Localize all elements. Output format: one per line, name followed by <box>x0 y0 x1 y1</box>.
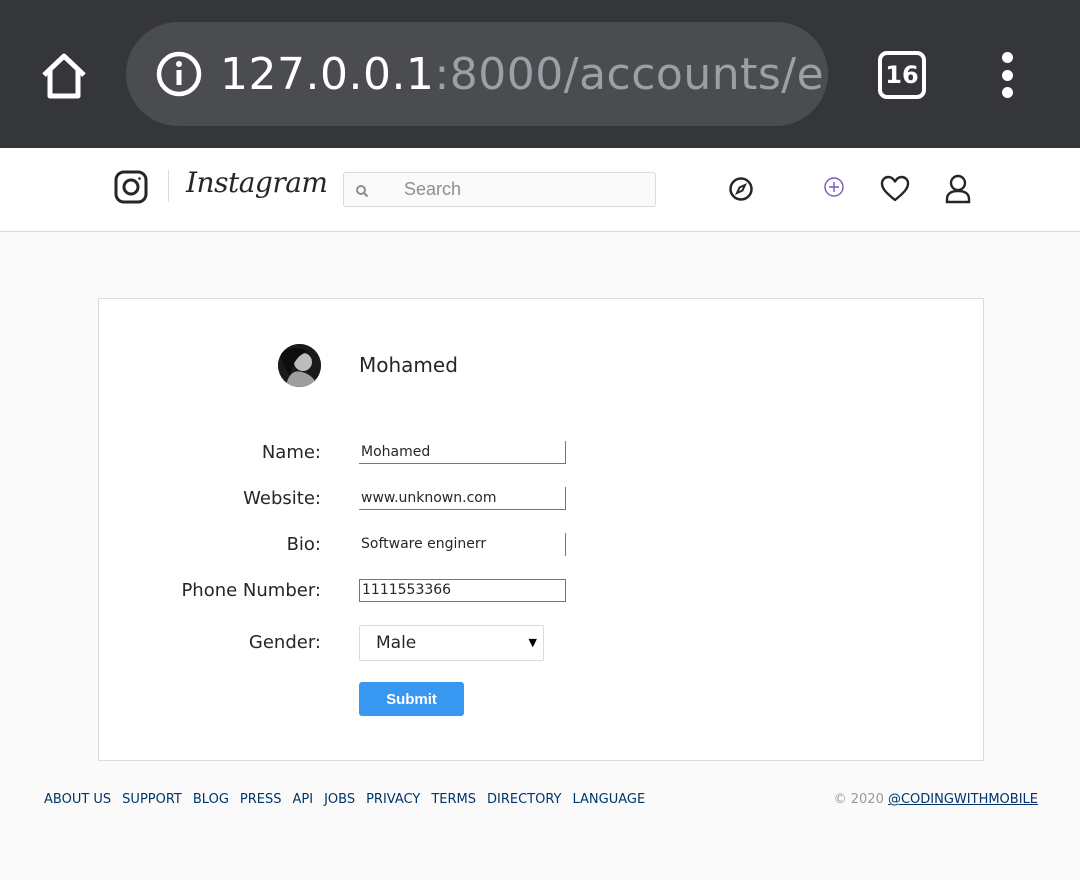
add-post-icon[interactable] <box>819 172 849 202</box>
more-vert-icon[interactable] <box>996 52 1018 98</box>
site-header: Instagram <box>0 148 1080 232</box>
footer-link-terms[interactable]: TERMS <box>431 792 476 807</box>
avatar[interactable] <box>278 344 321 387</box>
name-label: Name: <box>261 442 321 463</box>
footer-link-jobs[interactable]: JOBS <box>324 792 355 807</box>
phone-field[interactable] <box>359 579 566 602</box>
footer-link-privacy[interactable]: PRIVACY <box>366 792 420 807</box>
phone-label: Phone Number: <box>181 580 321 601</box>
website-label: Website: <box>243 488 321 509</box>
copyright: © 2020 @CODINGWITHMOBILE <box>834 792 1038 807</box>
address-bar[interactable]: 127.0.0.1:8000/accounts/e <box>126 22 828 126</box>
footer-link-directory[interactable]: DIRECTORY <box>487 792 561 807</box>
profile-username: Mohamed <box>359 353 458 377</box>
tab-count-button[interactable]: 16 <box>878 51 926 99</box>
profile-icon[interactable] <box>943 174 973 204</box>
footer-link-language[interactable]: LANGUAGE <box>572 792 645 807</box>
copyright-link[interactable]: @CODINGWITHMOBILE <box>888 792 1038 807</box>
footer-link-api[interactable]: API <box>293 792 314 807</box>
footer-link-about-us[interactable]: ABOUT US <box>44 792 111 807</box>
edit-profile-card: Mohamed Name: Website: Bio: Phone Number… <box>98 298 984 761</box>
footer-link-press[interactable]: PRESS <box>240 792 282 807</box>
info-icon[interactable] <box>156 51 202 97</box>
explore-compass-icon[interactable] <box>726 174 756 204</box>
name-field[interactable] <box>359 441 566 464</box>
browser-toolbar: 127.0.0.1:8000/accounts/e 16 <box>0 0 1080 148</box>
instagram-logo-icon[interactable] <box>114 170 148 204</box>
search-box[interactable] <box>343 172 656 207</box>
dropdown-arrow-icon: ▼ <box>528 636 537 649</box>
website-field[interactable] <box>359 487 566 510</box>
home-icon[interactable] <box>36 48 92 104</box>
submit-button[interactable]: Submit <box>359 682 464 716</box>
bio-field[interactable] <box>359 533 566 556</box>
instagram-wordmark[interactable]: Instagram <box>186 166 328 199</box>
url-text[interactable]: 127.0.0.1:8000/accounts/e <box>220 49 824 100</box>
footer-link-blog[interactable]: BLOG <box>193 792 229 807</box>
bio-label: Bio: <box>286 534 321 555</box>
footer-link-support[interactable]: SUPPORT <box>122 792 182 807</box>
footer-nav: ABOUT US SUPPORT BLOG PRESS API JOBS PRI… <box>44 792 656 807</box>
url-host: 127.0.0.1 <box>220 48 435 100</box>
gender-select[interactable]: Male ▼ <box>359 625 544 661</box>
copyright-text: © 2020 <box>833 792 884 807</box>
gender-selected-value: Male <box>376 633 417 653</box>
gender-label: Gender: <box>248 632 321 653</box>
header-divider <box>168 170 169 202</box>
url-path: :8000/accounts/e <box>434 48 825 100</box>
search-input[interactable] <box>404 173 644 206</box>
search-icon <box>356 185 369 198</box>
heart-icon[interactable] <box>880 174 910 204</box>
